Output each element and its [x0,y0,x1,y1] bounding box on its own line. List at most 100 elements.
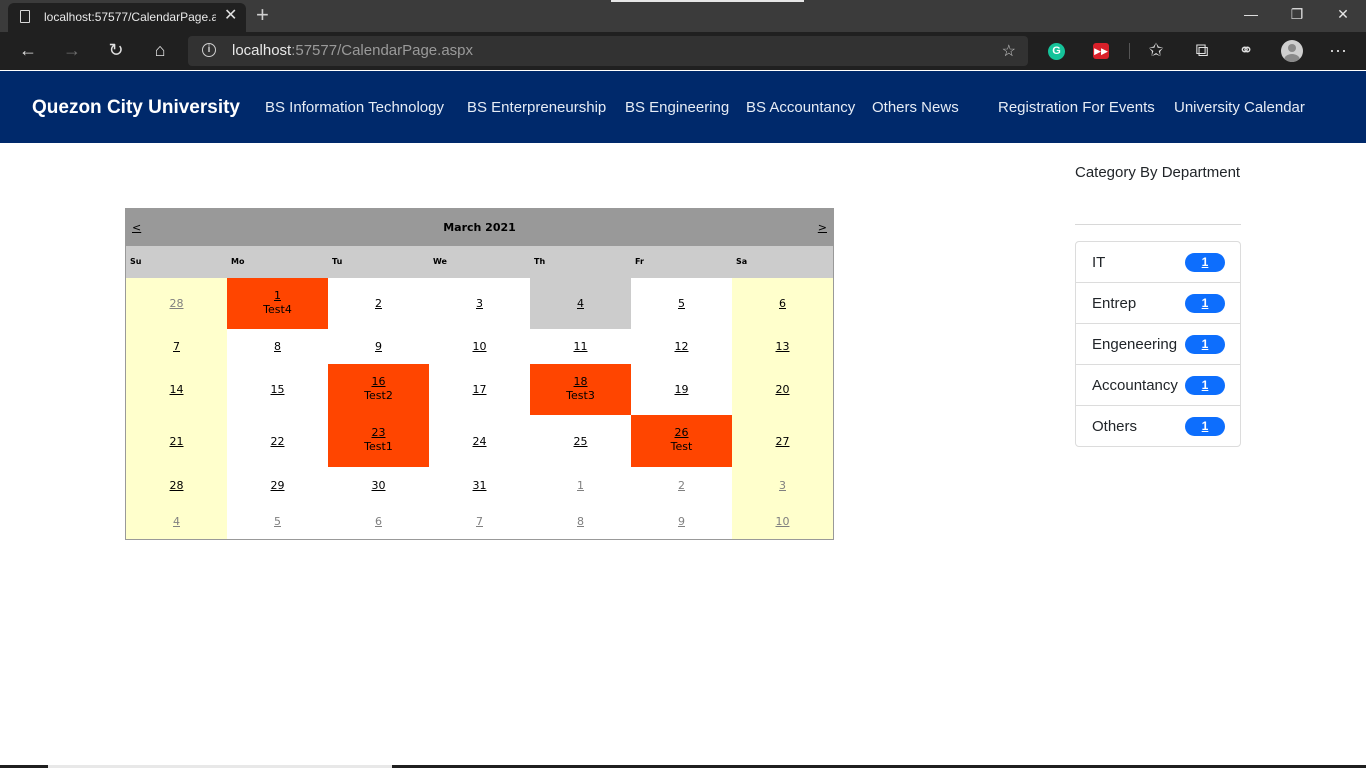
category-count-badge[interactable]: 1 [1185,335,1225,354]
calendar-day[interactable]: 3 [732,467,833,503]
day-number-link[interactable]: 18 [530,375,631,388]
calendar-day[interactable]: 21 [126,415,227,467]
calendar-day[interactable]: 12 [631,329,732,364]
close-tab-icon[interactable]: ✕ [224,7,237,25]
category-count-badge[interactable]: 1 [1185,376,1225,395]
day-number-link[interactable]: 14 [126,383,227,396]
day-number-link[interactable]: 10 [429,340,530,353]
calendar-day[interactable]: 31 [429,467,530,503]
day-number-link[interactable]: 2 [328,297,429,310]
day-number-link[interactable]: 4 [530,297,631,310]
calendar-day[interactable]: 8 [530,503,631,539]
day-number-link[interactable]: 27 [732,435,833,448]
profile-avatar[interactable] [1281,40,1303,62]
calendar-day-event[interactable]: 1 Test4 [227,278,328,329]
nav-link-bs-it[interactable]: BS Information Technology [265,99,444,116]
day-number-link[interactable]: 1 [227,289,328,302]
day-number-link[interactable]: 11 [530,340,631,353]
day-number-link[interactable]: 28 [126,297,227,310]
restore-icon[interactable]: ❐ [1282,4,1312,24]
calendar-day[interactable]: 10 [732,503,833,539]
calendar-day[interactable]: 3 [429,278,530,329]
day-number-link[interactable]: 16 [328,375,429,388]
calendar-day[interactable]: 19 [631,364,732,415]
calendar-day-event[interactable]: 23 Test1 [328,415,429,467]
nav-link-university-calendar[interactable]: University Calendar [1174,99,1305,116]
calendar-day[interactable]: 25 [530,415,631,467]
day-number-link[interactable]: 31 [429,479,530,492]
calendar-day[interactable]: 24 [429,415,530,467]
nav-link-bs-accountancy[interactable]: BS Accountancy [746,99,855,116]
day-number-link[interactable]: 4 [126,515,227,528]
calendar-day[interactable]: 13 [732,329,833,364]
calendar-day[interactable]: 8 [227,329,328,364]
calendar-day[interactable]: 29 [227,467,328,503]
address-bar[interactable]: i localhost:57577/CalendarPage.aspx ☆ [188,36,1028,66]
calendar-day-event[interactable]: 26 Test [631,415,732,467]
day-number-link[interactable]: 21 [126,435,227,448]
day-number-link[interactable]: 15 [227,383,328,396]
nav-link-bs-engineering[interactable]: BS Engineering [625,99,729,116]
category-count-badge[interactable]: 1 [1185,294,1225,313]
calendar-day[interactable]: 6 [732,278,833,329]
calendar-day[interactable]: 7 [126,329,227,364]
info-icon[interactable]: i [202,43,216,57]
day-number-link[interactable]: 30 [328,479,429,492]
minimize-icon[interactable]: — [1236,4,1266,24]
extension-icon[interactable]: ▶▶ [1093,43,1109,59]
home-icon[interactable]: ⌂ [148,39,172,61]
day-number-link[interactable]: 12 [631,340,732,353]
day-number-link[interactable]: 9 [328,340,429,353]
day-number-link[interactable]: 7 [126,340,227,353]
nav-link-others-news[interactable]: Others News [872,99,959,116]
day-number-link[interactable]: 8 [530,515,631,528]
calendar-day[interactable]: 17 [429,364,530,415]
day-number-link[interactable]: 8 [227,340,328,353]
nav-link-bs-entrepreneurship[interactable]: BS Enterpreneurship [467,99,606,116]
day-number-link[interactable]: 25 [530,435,631,448]
calendar-day[interactable]: 28 [126,278,227,329]
day-number-link[interactable]: 3 [732,479,833,492]
refresh-icon[interactable]: ↻ [104,39,128,61]
day-number-link[interactable]: 13 [732,340,833,353]
calendar-day[interactable]: 5 [631,278,732,329]
day-number-link[interactable]: 2 [631,479,732,492]
day-number-link[interactable]: 10 [732,515,833,528]
calendar-day[interactable]: 4 [126,503,227,539]
day-number-link[interactable]: 6 [732,297,833,310]
share-icon[interactable]: ⚭ [1234,39,1258,61]
calendar-day[interactable]: 5 [227,503,328,539]
day-number-link[interactable]: 24 [429,435,530,448]
calendar-day[interactable]: 9 [631,503,732,539]
new-tab-icon[interactable]: + [256,3,269,27]
calendar-day[interactable]: 30 [328,467,429,503]
day-number-link[interactable]: 6 [328,515,429,528]
calendar-day[interactable]: 10 [429,329,530,364]
calendar-day[interactable]: 2 [328,278,429,329]
nav-link-registration[interactable]: Registration For Events [998,99,1155,116]
calendar-day[interactable]: 14 [126,364,227,415]
day-number-link[interactable]: 23 [328,426,429,439]
back-arrow-icon[interactable]: ← [16,39,40,61]
day-number-link[interactable]: 17 [429,383,530,396]
collections-icon[interactable]: ⧉ [1190,39,1214,61]
next-month-link[interactable]: > [818,221,827,234]
calendar-day[interactable]: 7 [429,503,530,539]
day-number-link[interactable]: 9 [631,515,732,528]
close-window-icon[interactable]: ✕ [1328,4,1358,24]
forward-arrow-icon[interactable]: → [60,39,84,61]
favorites-icon[interactable]: ✩ [1144,39,1168,61]
day-number-link[interactable]: 1 [530,479,631,492]
more-icon[interactable]: ··· [1326,39,1350,61]
day-number-link[interactable]: 7 [429,515,530,528]
calendar-day-event[interactable]: 18 Test3 [530,364,631,415]
calendar-day[interactable]: 27 [732,415,833,467]
calendar-day[interactable]: 22 [227,415,328,467]
day-number-link[interactable]: 26 [631,426,732,439]
day-number-link[interactable]: 3 [429,297,530,310]
site-brand[interactable]: Quezon City University [32,97,240,119]
day-number-link[interactable]: 29 [227,479,328,492]
grammarly-icon[interactable]: G [1048,43,1065,60]
category-count-badge[interactable]: 1 [1185,417,1225,436]
day-number-link[interactable]: 5 [227,515,328,528]
